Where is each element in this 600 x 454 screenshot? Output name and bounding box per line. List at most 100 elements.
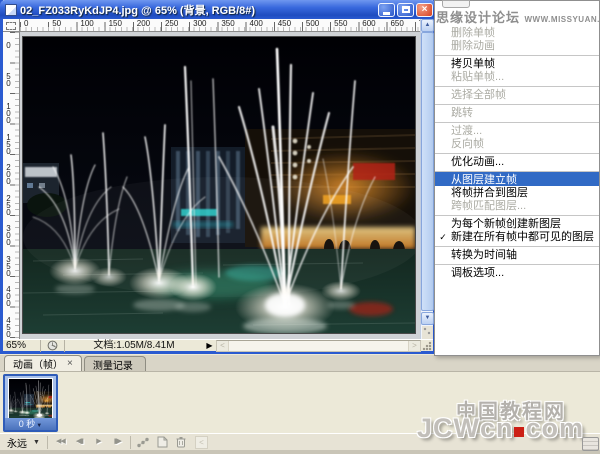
panel-tab[interactable]: 测量记录 <box>84 356 146 371</box>
menu-item-label: 优化动画... <box>451 156 504 168</box>
minimize-icon <box>383 12 390 15</box>
panel-tab-bar: 动画（帧） × 测量记录 <box>0 355 600 372</box>
resize-grip[interactable] <box>421 340 433 352</box>
ruler-label: 500 <box>306 19 334 31</box>
panel-bottom-strip <box>0 450 600 454</box>
first-frame-button[interactable]: ◀◀ <box>51 435 70 449</box>
menu-item[interactable]: 选择全部帧 <box>435 86 599 101</box>
scrollbar-grip <box>422 326 433 339</box>
new-frame-button[interactable] <box>153 435 172 449</box>
watermark-top: 思缘设计论坛 WWW.MISSYUAN.COM <box>436 7 600 27</box>
menu-item[interactable]: 跨帧匹配图层... <box>435 199 599 212</box>
menu-item[interactable]: 反向帧 <box>435 137 599 150</box>
status-menu-arrow-icon[interactable]: ▶ <box>203 340 216 352</box>
scroll-right-button[interactable]: > <box>408 341 420 351</box>
menu-item-label: 从图层建立帧 <box>451 174 517 186</box>
menu-item-label: 删除动画 <box>451 40 495 52</box>
delay-dropdown-arrow-icon: ▼ <box>36 423 42 429</box>
scroll-left-button[interactable]: < <box>217 341 229 351</box>
menu-item-label: 粘贴单帧... <box>451 71 504 83</box>
horizontal-scrollbar[interactable]: < > <box>216 340 421 352</box>
menu-item-label: 将帧拼合到图层 <box>451 187 528 199</box>
ruler-label: 100 <box>4 102 13 133</box>
tween-button[interactable] <box>134 435 153 449</box>
ruler-label: 300 <box>193 19 221 31</box>
close-button[interactable]: × <box>416 3 433 17</box>
photoshop-workspace: 02_FZ033RyKdJP4.jpg @ 65% (背景, RGB/8#) ×… <box>0 0 600 454</box>
frames-scroll-left-button[interactable]: < <box>195 436 208 449</box>
watermark-brand-en-left: JCWcn <box>417 413 514 443</box>
ruler-label: 50 <box>4 72 13 103</box>
menu-item[interactable]: ✓ 新建在所有帧中都可见的图层 <box>435 230 599 243</box>
ruler-label: 0 <box>24 19 52 31</box>
menu-item[interactable]: 调板选项... <box>435 264 599 279</box>
menu-item-label: 拷贝单帧 <box>451 58 495 70</box>
menu-item[interactable]: 过渡... <box>435 122 599 137</box>
vertical-scrollbar[interactable]: ▲ ▼ <box>420 19 433 339</box>
previous-frame-button[interactable]: ◀▮ <box>70 435 89 449</box>
loop-dropdown-arrow-icon: ▼ <box>33 439 40 446</box>
animation-frame-1[interactable]: 1 0 秒▼ <box>3 374 58 432</box>
play-button[interactable]: ▶ <box>89 435 108 449</box>
watermark-site-name: 思缘设计论坛 <box>436 10 520 25</box>
delete-frame-button[interactable] <box>172 435 191 449</box>
menu-item[interactable]: 转换为时间轴 <box>435 246 599 261</box>
document-titlebar[interactable]: 02_FZ033RyKdJP4.jpg @ 65% (背景, RGB/8#) × <box>0 0 436 19</box>
ruler-label: 300 <box>4 224 13 255</box>
ruler-origin-box[interactable] <box>3 19 20 32</box>
menu-item[interactable]: 删除单帧 <box>435 26 599 39</box>
frame-thumbnail[interactable] <box>8 378 53 420</box>
maximize-button[interactable] <box>397 3 414 17</box>
menu-item-label: 为每个新帧创建新图层 <box>451 218 561 230</box>
ruler-label: 0 <box>4 41 13 72</box>
menu-item[interactable]: 跳转 <box>435 104 599 119</box>
menu-item-label: 跳转 <box>451 107 473 119</box>
frame-delay-selector[interactable]: 0 秒▼ <box>5 418 56 430</box>
ruler-label: 350 <box>4 255 13 286</box>
ruler-label: 600 <box>362 19 390 31</box>
scroll-up-button[interactable]: ▲ <box>421 19 434 32</box>
ruler-label: 200 <box>137 19 165 31</box>
tab-close-icon[interactable]: × <box>67 359 73 369</box>
ruler-label: 450 <box>278 19 306 31</box>
menu-item-label: 选择全部帧 <box>451 89 506 101</box>
menu-item[interactable]: 为每个新帧创建新图层 <box>435 215 599 230</box>
watermark-brand-en-right: com <box>525 413 584 443</box>
watermark-red-dot <box>514 427 524 437</box>
fountain-photo <box>22 36 416 334</box>
menu-item[interactable]: 将帧拼合到图层 <box>435 186 599 199</box>
document-window: 02_FZ033RyKdJP4.jpg @ 65% (背景, RGB/8#) ×… <box>0 0 436 354</box>
minimize-button[interactable] <box>378 3 395 17</box>
ruler-label: 200 <box>4 163 13 194</box>
menu-item-label: 过渡... <box>451 125 482 137</box>
menu-item[interactable]: 粘贴单帧... <box>435 70 599 83</box>
frame-delay-value: 0 秒 <box>19 419 36 429</box>
menu-item[interactable]: 优化动画... <box>435 153 599 168</box>
trash-icon <box>176 436 186 448</box>
ruler-label: 400 <box>4 285 13 316</box>
zoom-level-field[interactable]: 65% <box>3 340 41 352</box>
menu-item-label: 转换为时间轴 <box>451 249 517 261</box>
menu-item-label: 新建在所有帧中都可见的图层 <box>451 231 594 243</box>
divider <box>47 436 48 449</box>
watermark-brand-en: JCWcn com <box>417 413 584 444</box>
loop-count-value: 永远 <box>7 435 27 450</box>
menu-item[interactable]: 从图层建立帧 <box>435 171 599 186</box>
panel-tab-label: 动画（帧） <box>13 356 63 371</box>
image-canvas[interactable] <box>20 32 420 339</box>
timer-icon <box>41 340 65 352</box>
vertical-scroll-thumb[interactable] <box>421 32 434 311</box>
next-frame-button[interactable]: ▮▶ <box>108 435 127 449</box>
panel-tab[interactable]: 动画（帧） × <box>4 355 82 371</box>
menu-item[interactable]: 拷贝单帧 <box>435 55 599 70</box>
ruler-label: 350 <box>221 19 249 31</box>
ruler-label: 650 <box>390 19 418 31</box>
loop-count-selector[interactable]: 永远 ▼ <box>0 435 44 450</box>
ruler-label: 400 <box>250 19 278 31</box>
scroll-down-button[interactable]: ▼ <box>421 312 434 325</box>
frame-thumbnail-image <box>9 379 52 419</box>
animation-panel-menu: 删除单帧 删除动画 拷贝单帧 粘贴单帧... 选择全部帧 跳转 过渡... <box>434 0 600 356</box>
menu-item[interactable]: 删除动画 <box>435 39 599 52</box>
ruler-label: 550 <box>334 19 362 31</box>
new-frame-icon <box>157 436 168 448</box>
